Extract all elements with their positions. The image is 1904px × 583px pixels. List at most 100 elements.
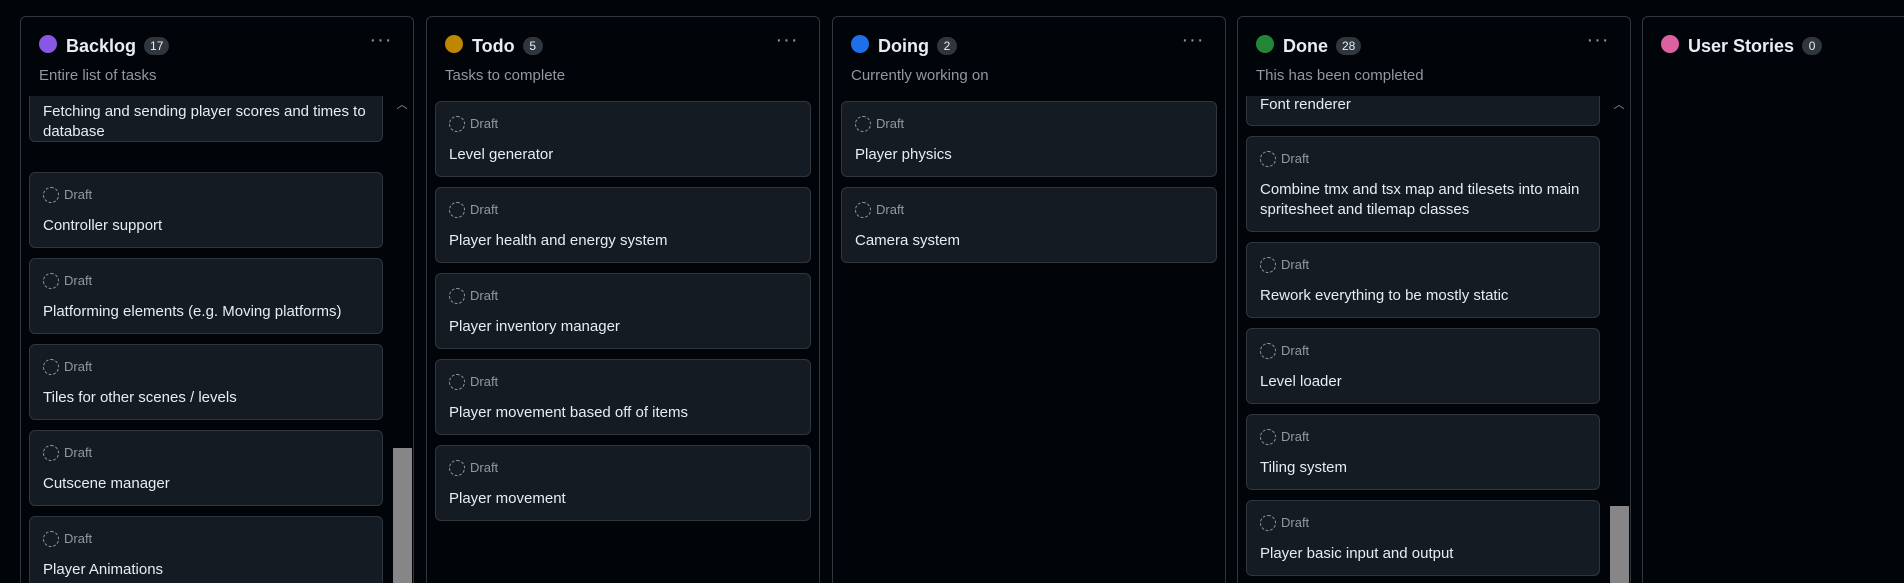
card-title[interactable]: Font renderer xyxy=(1260,96,1587,115)
project-board: Backlog 17 Entire list of tasks ··· Fetch… xyxy=(0,0,1904,583)
column-menu-button[interactable]: ··· xyxy=(367,30,395,55)
column-title: User Stories 0 xyxy=(1688,35,1823,57)
draft-label: Draft xyxy=(1260,151,1309,169)
draft-label: Draft xyxy=(1260,515,1309,533)
card-item[interactable]: Draft Camera system xyxy=(841,187,1217,263)
card-title[interactable]: Combine tmx and tsx map and tilesets int… xyxy=(1260,180,1587,220)
count-badge: 2 xyxy=(937,37,957,55)
card-title[interactable]: Cutscene manager xyxy=(43,474,370,494)
draft-icon xyxy=(1260,343,1276,359)
draft-label: Draft xyxy=(449,460,498,478)
draft-label: Draft xyxy=(43,531,92,549)
status-dot-icon xyxy=(445,35,463,53)
card-title[interactable]: Player movement based off of items xyxy=(449,403,798,423)
card-item[interactable]: Draft Level generator xyxy=(435,101,811,177)
scroll-up-icon[interactable]: ︿ xyxy=(1609,98,1629,112)
draft-label: Draft xyxy=(43,445,92,463)
card-item[interactable]: Draft Platforming elements (e.g. Moving … xyxy=(29,258,383,334)
column-description: Currently working on xyxy=(851,67,989,84)
card-item[interactable]: Draft Tiling system xyxy=(1246,414,1600,490)
column-title: Done 28 xyxy=(1283,35,1362,57)
card-item[interactable]: Draft Level loader xyxy=(1246,328,1600,404)
card-list: Draft Player physics Draft Camera system xyxy=(833,96,1225,583)
draft-icon xyxy=(1260,429,1276,445)
column-menu-button[interactable]: ··· xyxy=(1179,30,1207,55)
column-todo: Todo 5 Tasks to complete ··· Draft Level … xyxy=(426,16,820,583)
draft-icon xyxy=(449,116,465,132)
card-title[interactable]: Player inventory manager xyxy=(449,317,798,337)
card-item[interactable]: Draft Controller support xyxy=(29,172,383,248)
column-title: Backlog 17 xyxy=(66,35,170,57)
draft-icon xyxy=(855,202,871,218)
card-item[interactable]: Draft Player basic input and output xyxy=(1246,500,1600,576)
scroll-thumb[interactable] xyxy=(393,448,412,583)
column-done: Done 28 This has been completed ··· Font … xyxy=(1237,16,1631,583)
draft-icon xyxy=(855,116,871,132)
card-item[interactable]: Font renderer xyxy=(1246,96,1600,126)
card-title[interactable]: Level generator xyxy=(449,145,798,165)
card-title[interactable]: Player health and energy system xyxy=(449,231,798,251)
draft-label: Draft xyxy=(43,359,92,377)
card-item[interactable]: Draft Cutscene manager xyxy=(29,430,383,506)
card-item[interactable]: Draft Combine tmx and tsx map and tilese… xyxy=(1246,136,1600,232)
draft-icon xyxy=(449,202,465,218)
draft-label: Draft xyxy=(1260,343,1309,361)
draft-label: Draft xyxy=(1260,429,1309,447)
card-title[interactable]: Tiles for other scenes / levels xyxy=(43,388,370,408)
draft-label: Draft xyxy=(1260,257,1309,275)
count-badge: 5 xyxy=(522,37,543,55)
status-dot-icon xyxy=(1661,35,1679,53)
card-title[interactable]: Controller support xyxy=(43,216,370,236)
status-dot-icon xyxy=(1256,35,1274,53)
card-item[interactable]: Draft Rework everything to be mostly sta… xyxy=(1246,242,1600,318)
column-user-stories: User Stories 0 xyxy=(1642,16,1904,583)
draft-label: Draft xyxy=(855,116,904,134)
draft-icon xyxy=(1260,257,1276,273)
card-title[interactable]: Player movement xyxy=(449,489,798,509)
scrollbar[interactable]: ︿ ﹀ xyxy=(392,96,412,583)
status-dot-icon xyxy=(851,35,869,53)
column-backlog: Backlog 17 Entire list of tasks ··· Fetch… xyxy=(20,16,414,583)
draft-icon xyxy=(43,359,59,375)
card-title[interactable]: Tiling system xyxy=(1260,458,1587,478)
draft-icon xyxy=(449,374,465,390)
column-header: User Stories 0 xyxy=(1643,17,1904,96)
scroll-thumb[interactable] xyxy=(1610,506,1629,583)
card-item[interactable]: Draft Player movement based off of items xyxy=(435,359,811,435)
card-title[interactable]: Player basic input and output xyxy=(1260,544,1587,564)
draft-label: Draft xyxy=(449,202,498,220)
card-item[interactable]: Fetching and sending player scores and t… xyxy=(29,96,383,142)
draft-icon xyxy=(43,531,59,547)
card-item[interactable]: Draft Player inventory manager xyxy=(435,273,811,349)
card-title[interactable]: Rework everything to be mostly static xyxy=(1260,286,1587,306)
draft-label: Draft xyxy=(449,116,498,134)
card-item[interactable]: Draft Player health and energy system xyxy=(435,187,811,263)
card-item[interactable]: Draft Player movement xyxy=(435,445,811,521)
draft-icon xyxy=(449,460,465,476)
status-dot-icon xyxy=(39,35,57,53)
draft-icon xyxy=(43,187,59,203)
card-title[interactable]: Player physics xyxy=(855,145,1204,165)
card-item[interactable]: Draft Player Animations xyxy=(29,516,383,583)
card-title[interactable]: Player Animations xyxy=(43,560,370,580)
column-menu-button[interactable]: ··· xyxy=(773,30,801,55)
count-badge: 17 xyxy=(144,37,170,55)
card-title[interactable]: Platforming elements (e.g. Moving platfo… xyxy=(43,302,370,322)
card-title[interactable]: Camera system xyxy=(855,231,1204,251)
count-badge: 0 xyxy=(1802,37,1823,55)
card-title[interactable]: Fetching and sending player scores and t… xyxy=(43,102,370,142)
card-item[interactable]: Draft Tiles for other scenes / levels xyxy=(29,344,383,420)
column-header: Done 28 This has been completed ··· xyxy=(1238,17,1630,96)
draft-icon xyxy=(1260,151,1276,167)
card-item[interactable]: Draft Player physics xyxy=(841,101,1217,177)
draft-label: Draft xyxy=(43,187,92,205)
draft-icon xyxy=(449,288,465,304)
column-description: This has been completed xyxy=(1256,67,1424,84)
column-menu-button[interactable]: ··· xyxy=(1584,30,1612,55)
scroll-up-icon[interactable]: ︿ xyxy=(392,98,412,112)
card-title[interactable]: Level loader xyxy=(1260,372,1587,392)
scrollbar[interactable]: ︿ ﹀ xyxy=(1609,96,1629,583)
draft-icon xyxy=(43,445,59,461)
card-list: Font renderer Draft Combine tmx and tsx … xyxy=(1238,96,1630,583)
column-title: Doing 2 xyxy=(878,35,957,57)
